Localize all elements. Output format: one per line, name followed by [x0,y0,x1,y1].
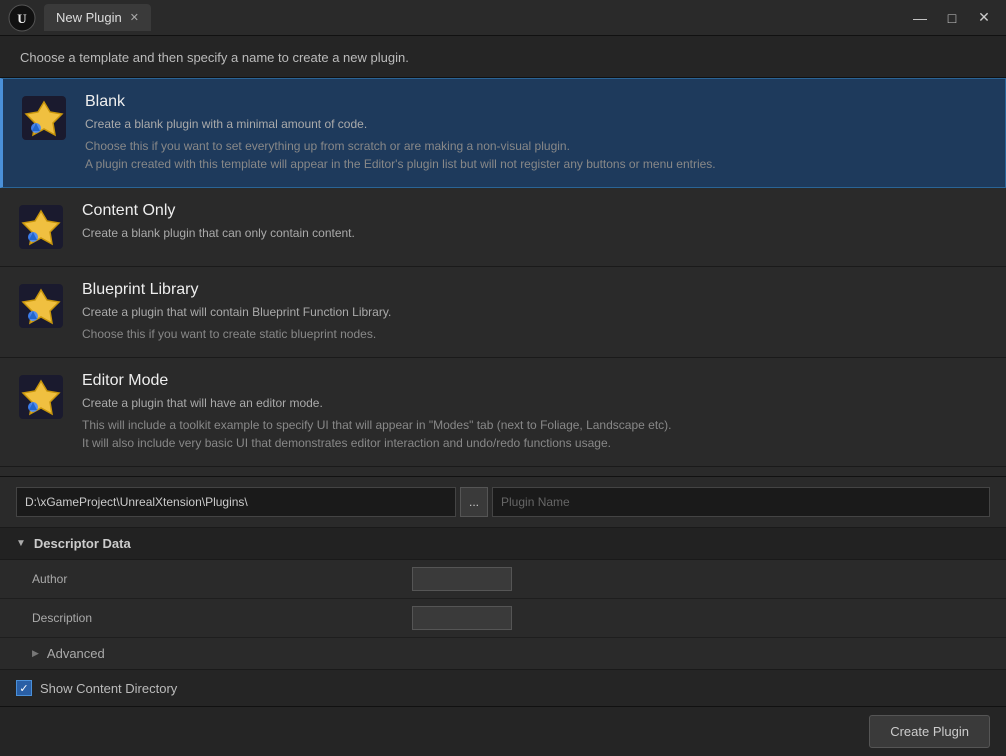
show-content-label: Show Content Directory [40,681,177,696]
template-icon-editor-mode [16,372,66,422]
minimize-button[interactable]: — [906,7,934,29]
template-list: Blank Create a blank plugin with a minim… [0,77,1006,476]
show-content-checkbox[interactable]: ✓ [16,680,32,696]
template-desc-editor-mode: Create a plugin that will have an editor… [82,394,990,412]
tab-close-button[interactable]: ✕ [130,11,139,24]
author-row: Author [0,560,1006,599]
maximize-button[interactable]: □ [938,7,966,29]
template-info-blank: Blank Create a blank plugin with a minim… [85,93,989,173]
description-label: Description [32,611,412,625]
create-plugin-button[interactable]: Create Plugin [869,715,990,748]
svg-text:U: U [17,11,27,26]
template-item-blank[interactable]: Blank Create a blank plugin with a minim… [0,78,1006,188]
browse-button[interactable]: ... [460,487,488,517]
template-info-editor-mode: Editor Mode Create a plugin that will ha… [82,372,990,452]
template-icon-content-only [16,202,66,252]
template-item-content-only[interactable]: Content Only Create a blank plugin that … [0,188,1006,267]
template-icon-blueprint-library [16,281,66,331]
path-row: ... [0,477,1006,528]
window-tab: New Plugin ✕ [44,4,151,31]
template-desc-extra-blank: Choose this if you want to set everythin… [85,137,989,173]
subtitle-text: Choose a template and then specify a nam… [0,36,1006,77]
title-bar: U New Plugin ✕ — □ ✕ [0,0,1006,36]
template-info-content-only: Content Only Create a blank plugin that … [82,202,990,242]
footer: Create Plugin [0,706,1006,756]
descriptor-header-label: Descriptor Data [34,536,131,551]
plugin-name-input[interactable] [492,487,990,517]
author-label: Author [32,572,412,586]
template-name-blueprint-library: Blueprint Library [82,281,990,299]
descriptor-arrow-icon: ▼ [16,538,26,549]
template-name-content-only: Content Only [82,202,990,220]
advanced-arrow-icon: ▶ [32,648,39,659]
bottom-section: ... ▼ Descriptor Data Author Description… [0,476,1006,756]
window-title: New Plugin [56,10,122,25]
template-item-blueprint-library[interactable]: Blueprint Library Create a plugin that w… [0,267,1006,358]
template-desc-blueprint-library: Create a plugin that will contain Bluepr… [82,303,990,321]
advanced-label: Advanced [47,646,105,661]
advanced-row[interactable]: ▶ Advanced [0,638,1006,669]
description-row: Description [0,599,1006,638]
template-desc-extra-blueprint-library: Choose this if you want to create static… [82,325,990,343]
template-desc-content-only: Create a blank plugin that can only cont… [82,224,990,242]
template-name-blank: Blank [85,93,989,111]
checkbox-check-icon: ✓ [19,682,28,695]
template-icon-blank [19,93,69,143]
author-input[interactable] [412,567,512,591]
ue-logo: U [8,4,36,32]
description-input[interactable] [412,606,512,630]
template-name-editor-mode: Editor Mode [82,372,990,390]
template-item-editor-mode[interactable]: Editor Mode Create a plugin that will ha… [0,358,1006,467]
template-info-blueprint-library: Blueprint Library Create a plugin that w… [82,281,990,343]
descriptor-header[interactable]: ▼ Descriptor Data [0,528,1006,560]
descriptor-section: ▼ Descriptor Data Author Description ▶ A… [0,528,1006,669]
template-desc-extra-editor-mode: This will include a toolkit example to s… [82,416,990,452]
main-content: Choose a template and then specify a nam… [0,36,1006,756]
template-item-editor-standalone[interactable]: Editor Standalone Window Create a plugin… [0,467,1006,476]
window-controls: — □ ✕ [906,7,998,29]
close-button[interactable]: ✕ [970,7,998,29]
template-desc-blank: Create a blank plugin with a minimal amo… [85,115,989,133]
path-input[interactable] [16,487,456,517]
show-content-row: ✓ Show Content Directory [0,669,1006,706]
